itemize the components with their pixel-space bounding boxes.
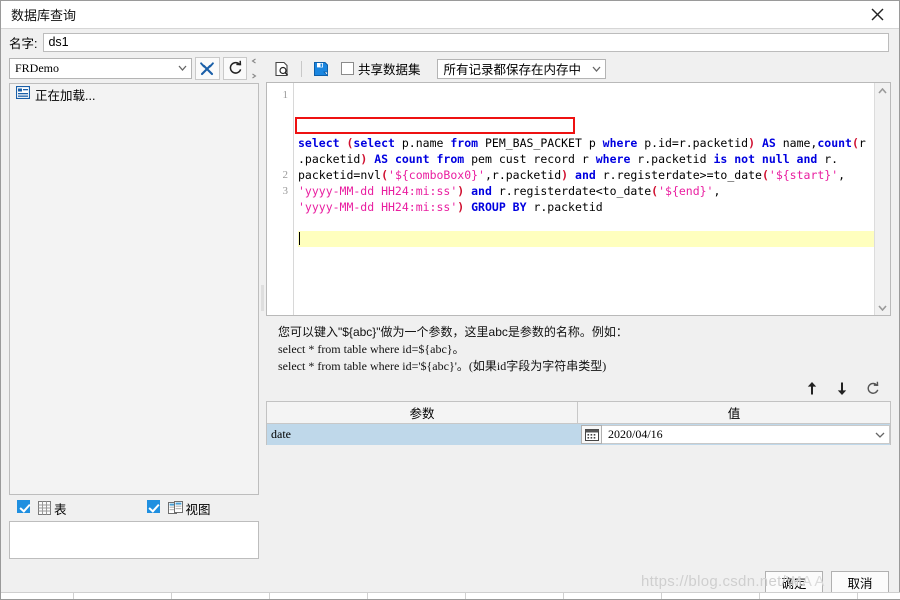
preview-magnifier-icon[interactable] [270, 58, 294, 80]
arrow-down-icon[interactable] [833, 379, 851, 397]
table-checkbox[interactable] [17, 500, 30, 516]
chevron-down-icon [174, 65, 191, 71]
refresh-icon [229, 60, 242, 74]
parameter-table: 参数 值 date 2020/04/16 [266, 401, 891, 445]
close-icon[interactable] [855, 1, 899, 28]
tree-item-label: 正在加载... [35, 88, 96, 103]
column-header-param[interactable]: 参数 [267, 402, 578, 423]
chevron-up-icon[interactable] [875, 83, 890, 98]
sql-line: .packetid) AS count from pem cust record… [298, 152, 839, 166]
parameter-help-text: 您可以键入"${abc}"做为一个参数，这里abc是参数的名称。例如： sele… [266, 316, 891, 375]
sql-toolbar: 共享数据集 所有记录都保存在内存中 [266, 55, 891, 82]
share-dataset-box [341, 62, 354, 75]
sql-line: 'yyyy-MM-dd HH24:mi:ss') and r.registerd… [298, 184, 721, 198]
editor-vertical-scrollbar[interactable] [874, 83, 890, 315]
tree-item-loading[interactable]: 正在加载... [10, 84, 258, 104]
toolbar-overflow-scroller[interactable] [249, 57, 259, 80]
sql-line-blank [298, 215, 874, 231]
dialog-body: FRDemo 正在加载... 表 视图 共享数据集 所有记录都保存在内存中 1 … [1, 55, 899, 565]
filter-tables[interactable]: 表 [17, 499, 67, 518]
line-spacer [267, 135, 293, 151]
ok-button[interactable]: 确定 [765, 570, 823, 594]
param-value-text: 2020/04/16 [608, 427, 663, 441]
parameter-toolbar [266, 375, 891, 401]
share-dataset-checkbox[interactable]: 共享数据集 [341, 59, 421, 78]
sql-current-line[interactable] [298, 231, 874, 247]
share-dataset-label: 共享数据集 [358, 63, 421, 77]
arrow-up-icon[interactable] [803, 379, 821, 397]
line-number: 1 [282, 89, 289, 101]
memory-mode-select[interactable]: 所有记录都保存在内存中 [436, 58, 607, 79]
param-value-cell[interactable]: 2020/04/16 [581, 424, 890, 445]
line-spacer [267, 119, 293, 135]
sql-editor[interactable]: 1 2 3 select (select p.name from PEM_BAS… [266, 82, 891, 316]
memory-mode-value: 所有记录都保存在内存中 [443, 63, 582, 77]
chevron-down-icon[interactable] [875, 300, 890, 315]
help-line-2: select * from table where id=${abc}。 [278, 342, 465, 356]
table-icon [38, 501, 51, 515]
chevron-left-icon [251, 58, 256, 63]
calendar-icon[interactable] [581, 425, 602, 444]
parameter-table-header: 参数 值 [267, 402, 890, 424]
wrench-screwdriver-icon [200, 62, 215, 76]
view-icon [167, 501, 183, 515]
help-line-1: 您可以键入"${abc}"做为一个参数，这里abc是参数的名称。例如： [278, 325, 628, 339]
toolbar-separator [301, 60, 302, 77]
view-checkbox[interactable] [146, 500, 160, 516]
loading-table-icon [15, 85, 31, 102]
filter-tables-label: 表 [54, 502, 67, 517]
cancel-button[interactable]: 取消 [831, 570, 889, 594]
help-line-3: select * from table where id='${abc}'。(如… [278, 359, 607, 373]
param-value-input[interactable]: 2020/04/16 [602, 425, 890, 444]
sql-line: select (select p.name from PEM_BAS_PACKE… [298, 136, 866, 150]
param-name-cell[interactable]: date [267, 427, 581, 442]
table-row[interactable]: date 2020/04/16 [267, 424, 890, 445]
name-row: 名字: [1, 29, 899, 55]
sql-code-area[interactable]: select (select p.name from PEM_BAS_PACKE… [294, 83, 874, 315]
dataset-name-input[interactable] [43, 32, 889, 52]
filter-views[interactable]: 视图 [146, 499, 211, 518]
left-bottom-box [9, 521, 259, 559]
title-bar: 数据库查询 [1, 1, 899, 29]
line-number: 3 [282, 185, 289, 197]
right-panel: 共享数据集 所有记录都保存在内存中 1 2 3 select (select p… [266, 55, 891, 565]
filter-views-label: 视图 [185, 502, 211, 517]
schema-tree[interactable]: 正在加载... [9, 83, 259, 495]
line-spacer [267, 103, 293, 119]
database-connection-select[interactable]: FRDemo [9, 57, 192, 79]
save-floppy-icon[interactable] [309, 58, 333, 80]
chevron-right-icon [252, 73, 257, 78]
name-label: 名字: [9, 36, 38, 51]
chevron-down-icon [587, 66, 605, 72]
panel-splitter[interactable] [259, 55, 266, 565]
column-header-value[interactable]: 值 [578, 402, 890, 423]
database-connection-value: FRDemo [15, 60, 60, 75]
left-panel: FRDemo 正在加载... 表 视图 [9, 55, 259, 565]
line-number: 2 [282, 169, 289, 181]
sql-line: 'yyyy-MM-dd HH24:mi:ss') GROUP BY r.pack… [298, 200, 603, 214]
database-config-button[interactable] [194, 56, 220, 80]
line-number-gutter: 1 2 3 [267, 83, 294, 315]
refresh-connection-button[interactable] [222, 56, 248, 80]
window-bottom-edge [1, 592, 900, 599]
object-type-filters: 表 视图 [9, 495, 259, 521]
database-toolbar: FRDemo [9, 56, 259, 80]
page-title: 数据库查询 [11, 8, 77, 23]
database-query-dialog: 数据库查询 名字: FRDemo [0, 0, 900, 600]
text-caret [299, 232, 300, 245]
chevron-down-icon[interactable] [871, 432, 889, 438]
sql-line: packetid=nvl('${comboBox0}',r.packetid) … [298, 168, 846, 182]
refresh-params-icon[interactable] [863, 379, 881, 397]
line-spacer [267, 151, 293, 167]
